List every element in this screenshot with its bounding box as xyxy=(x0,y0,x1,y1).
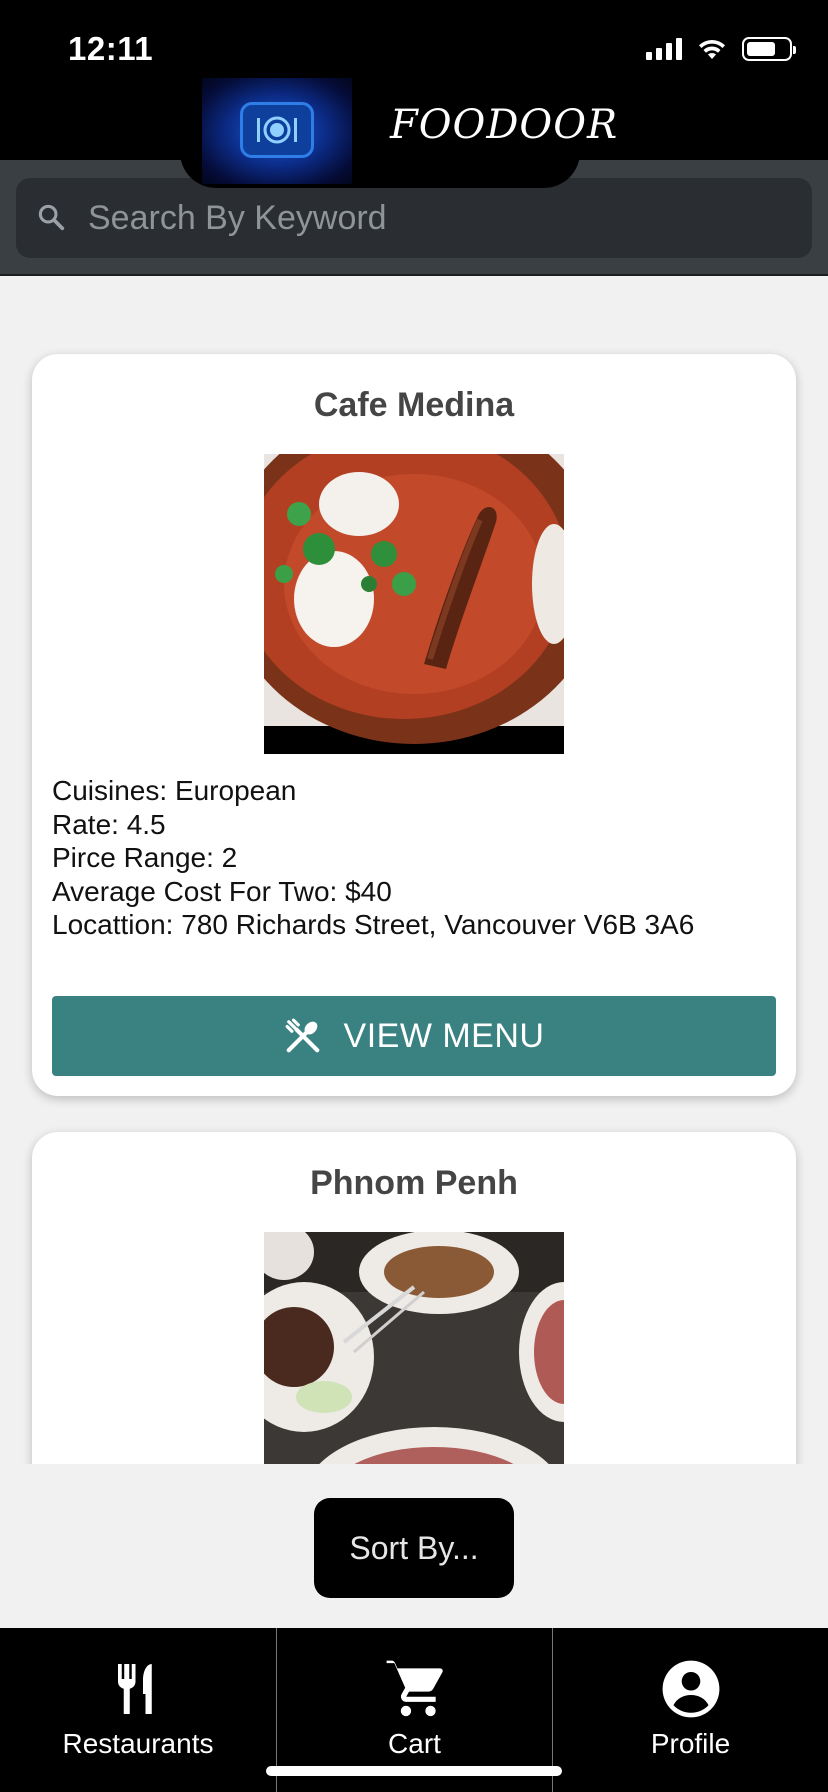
search-icon xyxy=(38,204,65,231)
restaurant-photo xyxy=(264,1232,564,1464)
restaurant-details: Cuisines: European Rate: 4.5 Pirce Range… xyxy=(52,774,694,942)
tab-restaurants[interactable]: Restaurants xyxy=(0,1628,276,1792)
rate-text: Rate: 4.5 xyxy=(52,808,166,840)
header-bar: 12:11 FOODOOR xyxy=(0,0,828,188)
cellular-signal-icon xyxy=(646,38,682,60)
brand-name: FOODOOR xyxy=(390,102,619,148)
wifi-icon xyxy=(699,39,725,59)
search-input[interactable] xyxy=(88,178,788,258)
view-menu-label: VIEW MENU xyxy=(343,1016,545,1055)
location-text: Locattion: 780 Richards Street, Vancouve… xyxy=(52,909,695,940)
utensils-cross-icon xyxy=(285,1018,319,1053)
tab-label: Cart xyxy=(388,1728,441,1759)
view-menu-button[interactable]: VIEW MENU xyxy=(52,996,776,1076)
restaurant-name: Phnom Penh xyxy=(310,1164,518,1202)
restaurant-card: Cafe Medina Cuisines: European Rate: 4.5… xyxy=(32,354,796,1096)
home-indicator[interactable] xyxy=(266,1766,562,1776)
price-range-text: Pirce Range: 2 xyxy=(52,842,238,873)
sort-by-button[interactable]: Sort By... xyxy=(314,1498,514,1598)
average-cost-text: Average Cost For Two: $40 xyxy=(52,875,392,907)
restaurant-name: Cafe Medina xyxy=(313,386,515,424)
battery-icon xyxy=(742,37,796,61)
cuisines-text: Cuisines: European xyxy=(52,775,297,806)
status-time: 12:11 xyxy=(68,30,154,67)
restaurant-cutlery-icon xyxy=(118,1664,152,1714)
tab-profile[interactable]: Profile xyxy=(552,1628,828,1792)
plate-cutlery-icon xyxy=(257,116,297,144)
profile-icon xyxy=(662,1660,719,1718)
app-logo xyxy=(202,78,352,184)
restaurant-photo xyxy=(264,454,564,754)
cart-icon xyxy=(386,1660,443,1717)
status-indicators xyxy=(646,36,796,62)
brand-banner: FOODOOR xyxy=(180,78,617,188)
tab-label: Restaurants xyxy=(62,1728,214,1759)
search-bar[interactable] xyxy=(16,178,812,258)
restaurant-list[interactable]: Cafe Medina Cuisines: European Rate: 4.5… xyxy=(0,276,828,1464)
tab-label: Profile xyxy=(650,1728,731,1759)
restaurant-card: Phnom Penh xyxy=(32,1132,796,1464)
